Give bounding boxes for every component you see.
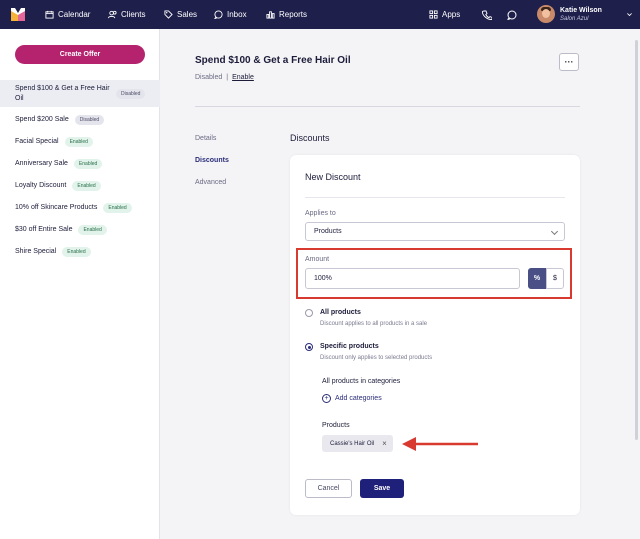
reports-icon xyxy=(266,11,275,19)
scrollbar[interactable] xyxy=(635,40,638,440)
offer-label: Spend $100 & Get a Free Hair Oil xyxy=(15,84,110,102)
offer-item-30-off[interactable]: $30 off Entire Sale Enabled xyxy=(0,222,160,238)
nav-sales-label: Sales xyxy=(177,10,198,19)
specific-products-desc: Discount only applies to selected produc… xyxy=(320,355,433,361)
offer-label: Facial Special xyxy=(15,138,59,145)
amount-value: 100% xyxy=(314,275,332,282)
tag-icon xyxy=(164,10,173,19)
subnav-details[interactable]: Details xyxy=(195,135,216,142)
applies-to-label: Applies to xyxy=(305,210,336,217)
more-options-button[interactable]: ··· xyxy=(559,53,579,71)
nav-reports[interactable]: Reports xyxy=(266,0,307,29)
offer-label: Anniversary Sale xyxy=(15,160,68,167)
product-chip-label: Cassie's Hair Oil xyxy=(330,440,375,447)
amount-input[interactable]: 100% xyxy=(305,268,520,289)
phone-button[interactable] xyxy=(482,0,492,29)
nav-sales[interactable]: Sales xyxy=(164,0,197,29)
user-salon: Salon Azul xyxy=(560,16,589,22)
offer-label: Spend $200 Sale xyxy=(15,116,69,123)
discount-card xyxy=(290,155,580,515)
card-divider xyxy=(305,197,565,198)
nav-calendar[interactable]: Calendar xyxy=(45,0,90,29)
plus-circle-icon: + xyxy=(322,394,331,403)
nav-apps-label: Apps xyxy=(442,10,461,19)
avatar[interactable] xyxy=(537,5,555,23)
add-categories-label: Add categories xyxy=(335,395,382,402)
offer-label: 10% off Skincare Products xyxy=(15,204,98,211)
products-label: Products xyxy=(322,422,350,429)
nav-calendar-label: Calendar xyxy=(58,10,91,19)
phone-icon xyxy=(482,10,492,20)
chevron-down-icon xyxy=(550,227,559,236)
subnav-advanced[interactable]: Advanced xyxy=(195,179,226,186)
specific-products-radio[interactable] xyxy=(305,343,313,351)
calendar-icon xyxy=(45,10,54,19)
chat-button[interactable] xyxy=(507,0,517,29)
status-badge: Enabled xyxy=(62,247,91,257)
enable-link[interactable]: Enable xyxy=(232,74,254,81)
dollar-toggle[interactable]: $ xyxy=(546,268,564,289)
top-nav: Calendar Clients Sales Inbox Reports App… xyxy=(0,0,640,29)
section-title: Discounts xyxy=(290,133,330,143)
all-products-radio[interactable] xyxy=(305,309,313,317)
status-badge: Enabled xyxy=(103,203,132,213)
cancel-button[interactable]: Cancel xyxy=(305,479,352,498)
applies-to-value: Products xyxy=(314,228,342,235)
clients-icon xyxy=(108,10,117,19)
logo-icon[interactable] xyxy=(10,7,26,22)
grid-icon xyxy=(429,10,438,19)
status-badge: Enabled xyxy=(64,137,93,147)
percent-toggle[interactable]: % xyxy=(528,268,546,289)
user-menu-toggle[interactable] xyxy=(626,0,633,29)
save-button[interactable]: Save xyxy=(360,479,404,498)
nav-apps[interactable]: Apps xyxy=(429,0,460,29)
user-name: Katie Wilson xyxy=(560,7,602,14)
status-badge: Enabled xyxy=(72,181,101,191)
subnav-discounts[interactable]: Discounts xyxy=(195,157,229,164)
annotation-arrow-icon xyxy=(402,437,478,451)
status-separator: | xyxy=(226,74,229,81)
close-icon[interactable]: × xyxy=(382,439,387,448)
nav-clients[interactable]: Clients xyxy=(108,0,145,29)
all-products-title: All products xyxy=(320,309,361,316)
offer-status: Disabled xyxy=(195,74,223,81)
offer-label: Shire Special xyxy=(15,248,57,255)
nav-inbox-label: Inbox xyxy=(227,10,247,19)
offer-label: $30 off Entire Sale xyxy=(15,226,73,233)
offer-item-skincare[interactable]: 10% off Skincare Products Enabled xyxy=(0,200,160,216)
offer-item-facial-special[interactable]: Facial Special Enabled xyxy=(0,134,160,150)
header-divider xyxy=(195,106,580,107)
offer-item-loyalty-discount[interactable]: Loyalty Discount Enabled xyxy=(0,178,160,194)
nav-clients-label: Clients xyxy=(121,10,146,19)
offer-item-anniversary-sale[interactable]: Anniversary Sale Enabled xyxy=(0,156,160,172)
amount-label: Amount xyxy=(305,256,330,263)
status-badge: Disabled xyxy=(116,88,146,99)
create-offer-button[interactable]: Create Offer xyxy=(15,45,145,64)
nav-reports-label: Reports xyxy=(279,10,308,19)
product-chip: Cassie's Hair Oil × xyxy=(322,435,393,452)
page-title: Spend $100 & Get a Free Hair Oil xyxy=(195,55,351,66)
categories-label: All products in categories xyxy=(322,378,401,385)
offer-item-shire-special[interactable]: Shire Special Enabled xyxy=(0,244,160,260)
chat-bubble-icon xyxy=(507,10,517,20)
nav-inbox[interactable]: Inbox xyxy=(214,0,247,29)
add-categories-button[interactable]: + Add categories xyxy=(322,394,382,403)
chevron-down-icon xyxy=(627,13,632,17)
discount-card-title: New Discount xyxy=(305,172,361,182)
applies-to-select[interactable]: Products xyxy=(305,222,565,241)
offer-label: Loyalty Discount xyxy=(15,182,67,189)
status-badge: Enabled xyxy=(78,225,107,235)
all-products-desc: Discount applies to all products in a sa… xyxy=(320,321,428,327)
specific-products-title: Specific products xyxy=(320,343,379,350)
offer-status-line: Disabled | Enable xyxy=(195,74,254,81)
offer-item-spend-200[interactable]: Spend $200 Sale Disabled xyxy=(0,112,160,128)
offer-item-spend-100[interactable]: Spend $100 & Get a Free Hair Oil Disable… xyxy=(0,80,160,107)
status-badge: Enabled xyxy=(73,159,103,169)
status-badge: Disabled xyxy=(74,115,105,125)
inbox-icon xyxy=(214,10,223,19)
